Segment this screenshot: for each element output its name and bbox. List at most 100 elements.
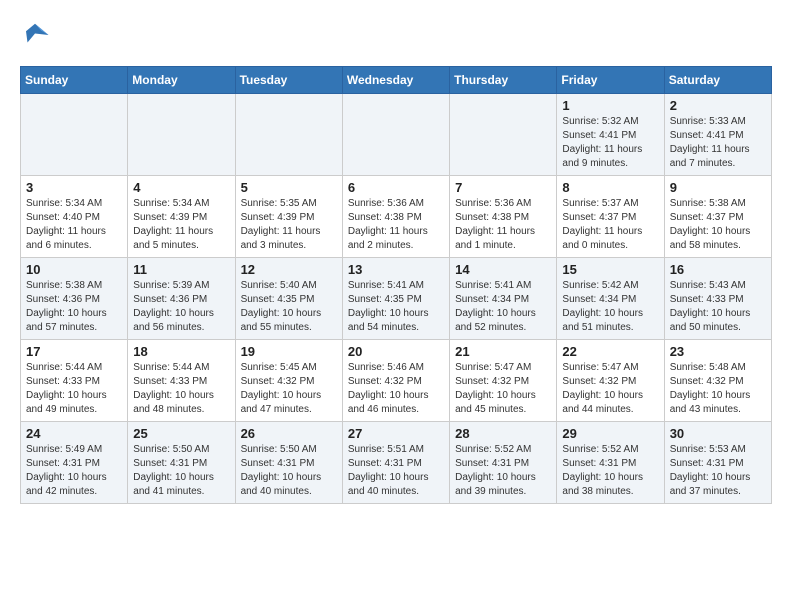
- calendar-cell: 16Sunrise: 5:43 AM Sunset: 4:33 PM Dayli…: [664, 258, 771, 340]
- day-info: Sunrise: 5:44 AM Sunset: 4:33 PM Dayligh…: [133, 361, 229, 417]
- calendar-cell: 3 Sunrise: 5:34 AM Sunset: 4:40 PM Daylig…: [21, 176, 128, 258]
- day-info: Sunrise: 5:32 AM Sunset: 4:41 PM Dayligh…: [562, 115, 658, 171]
- calendar-cell: [450, 94, 557, 176]
- calendar-cell: 29 Sunrise: 5:52 AM Sunset: 4:31 PM Dayli…: [557, 422, 664, 504]
- calendar-week-row: 17 Sunrise: 5:44 AM Sunset: 4:33 PM Dayli…: [21, 340, 772, 422]
- day-number: 3: [26, 180, 122, 195]
- calendar-cell: 2 Sunrise: 5:33 AM Sunset: 4:41 PM Daylig…: [664, 94, 771, 176]
- header-sunday: Sunday: [21, 67, 128, 94]
- calendar-cell: 15 Sunrise: 5:42 AM Sunset: 4:34 PM Dayli…: [557, 258, 664, 340]
- day-number: 27: [348, 426, 444, 441]
- day-info: Sunrise: 5:36 AM Sunset: 4:38 PM Dayligh…: [348, 197, 444, 253]
- day-number: 28: [455, 426, 551, 441]
- day-number: 13: [348, 262, 444, 277]
- day-number: 24: [26, 426, 122, 441]
- day-number: 15: [562, 262, 658, 277]
- calendar-table: SundayMondayTuesdayWednesdayThursdayFrid…: [20, 66, 772, 504]
- calendar-cell: 26Sunrise: 5:50 AM Sunset: 4:31 PM Dayli…: [235, 422, 342, 504]
- calendar-cell: 19Sunrise: 5:45 AM Sunset: 4:32 PM Dayli…: [235, 340, 342, 422]
- calendar-cell: 28 Sunrise: 5:52 AM Sunset: 4:31 PM Dayli…: [450, 422, 557, 504]
- header-saturday: Saturday: [664, 67, 771, 94]
- day-info: Sunrise: 5:35 AM Sunset: 4:39 PM Dayligh…: [241, 197, 337, 253]
- calendar-cell: 18 Sunrise: 5:44 AM Sunset: 4:33 PM Dayli…: [128, 340, 235, 422]
- day-number: 12: [241, 262, 337, 277]
- day-number: 25: [133, 426, 229, 441]
- calendar-cell: 21 Sunrise: 5:47 AM Sunset: 4:32 PM Dayli…: [450, 340, 557, 422]
- day-number: 2: [670, 98, 766, 113]
- calendar-cell: 7 Sunrise: 5:36 AM Sunset: 4:38 PM Daylig…: [450, 176, 557, 258]
- calendar-cell: 12 Sunrise: 5:40 AM Sunset: 4:35 PM Dayli…: [235, 258, 342, 340]
- day-number: 21: [455, 344, 551, 359]
- day-info: Sunrise: 5:33 AM Sunset: 4:41 PM Dayligh…: [670, 115, 766, 171]
- day-info: Sunrise: 5:47 AM Sunset: 4:32 PM Dayligh…: [455, 361, 551, 417]
- day-info: Sunrise: 5:40 AM Sunset: 4:35 PM Dayligh…: [241, 279, 337, 335]
- calendar-cell: 1 Sunrise: 5:32 AM Sunset: 4:41 PM Daylig…: [557, 94, 664, 176]
- day-info: Sunrise: 5:51 AM Sunset: 4:31 PM Dayligh…: [348, 443, 444, 499]
- day-number: 22: [562, 344, 658, 359]
- day-number: 20: [348, 344, 444, 359]
- calendar-cell: 6 Sunrise: 5:36 AM Sunset: 4:38 PM Daylig…: [342, 176, 449, 258]
- calendar-cell: [128, 94, 235, 176]
- calendar-header-row: SundayMondayTuesdayWednesdayThursdayFrid…: [21, 67, 772, 94]
- day-info: Sunrise: 5:37 AM Sunset: 4:37 PM Dayligh…: [562, 197, 658, 253]
- calendar-cell: 14 Sunrise: 5:41 AM Sunset: 4:34 PM Dayli…: [450, 258, 557, 340]
- day-number: 8: [562, 180, 658, 195]
- calendar-week-row: 3 Sunrise: 5:34 AM Sunset: 4:40 PM Daylig…: [21, 176, 772, 258]
- day-info: Sunrise: 5:34 AM Sunset: 4:39 PM Dayligh…: [133, 197, 229, 253]
- calendar-week-row: 24 Sunrise: 5:49 AM Sunset: 4:31 PM Dayli…: [21, 422, 772, 504]
- logo: [20, 20, 54, 50]
- day-info: Sunrise: 5:45 AM Sunset: 4:32 PM Dayligh…: [241, 361, 337, 417]
- day-number: 9: [670, 180, 766, 195]
- day-number: 7: [455, 180, 551, 195]
- day-info: Sunrise: 5:41 AM Sunset: 4:34 PM Dayligh…: [455, 279, 551, 335]
- day-info: Sunrise: 5:36 AM Sunset: 4:38 PM Dayligh…: [455, 197, 551, 253]
- calendar-cell: 20 Sunrise: 5:46 AM Sunset: 4:32 PM Dayli…: [342, 340, 449, 422]
- day-number: 29: [562, 426, 658, 441]
- calendar-cell: 11 Sunrise: 5:39 AM Sunset: 4:36 PM Dayli…: [128, 258, 235, 340]
- header-friday: Friday: [557, 67, 664, 94]
- day-info: Sunrise: 5:34 AM Sunset: 4:40 PM Dayligh…: [26, 197, 122, 253]
- day-info: Sunrise: 5:39 AM Sunset: 4:36 PM Dayligh…: [133, 279, 229, 335]
- day-info: Sunrise: 5:48 AM Sunset: 4:32 PM Dayligh…: [670, 361, 766, 417]
- day-number: 4: [133, 180, 229, 195]
- calendar-cell: 8 Sunrise: 5:37 AM Sunset: 4:37 PM Daylig…: [557, 176, 664, 258]
- day-number: 6: [348, 180, 444, 195]
- calendar-cell: 27 Sunrise: 5:51 AM Sunset: 4:31 PM Dayli…: [342, 422, 449, 504]
- day-info: Sunrise: 5:41 AM Sunset: 4:35 PM Dayligh…: [348, 279, 444, 335]
- day-number: 17: [26, 344, 122, 359]
- header-thursday: Thursday: [450, 67, 557, 94]
- calendar-week-row: 10 Sunrise: 5:38 AM Sunset: 4:36 PM Dayli…: [21, 258, 772, 340]
- day-number: 30: [670, 426, 766, 441]
- calendar-cell: 22Sunrise: 5:47 AM Sunset: 4:32 PM Dayli…: [557, 340, 664, 422]
- calendar-cell: [235, 94, 342, 176]
- day-number: 10: [26, 262, 122, 277]
- day-number: 23: [670, 344, 766, 359]
- day-info: Sunrise: 5:42 AM Sunset: 4:34 PM Dayligh…: [562, 279, 658, 335]
- day-info: Sunrise: 5:49 AM Sunset: 4:31 PM Dayligh…: [26, 443, 122, 499]
- day-number: 1: [562, 98, 658, 113]
- calendar-cell: 5Sunrise: 5:35 AM Sunset: 4:39 PM Daylig…: [235, 176, 342, 258]
- calendar-cell: [21, 94, 128, 176]
- header-wednesday: Wednesday: [342, 67, 449, 94]
- calendar-cell: 24 Sunrise: 5:49 AM Sunset: 4:31 PM Dayli…: [21, 422, 128, 504]
- day-info: Sunrise: 5:38 AM Sunset: 4:37 PM Dayligh…: [670, 197, 766, 253]
- day-number: 18: [133, 344, 229, 359]
- calendar-cell: 9 Sunrise: 5:38 AM Sunset: 4:37 PM Daylig…: [664, 176, 771, 258]
- header-tuesday: Tuesday: [235, 67, 342, 94]
- calendar-cell: 23 Sunrise: 5:48 AM Sunset: 4:32 PM Dayli…: [664, 340, 771, 422]
- day-number: 14: [455, 262, 551, 277]
- calendar-cell: 4 Sunrise: 5:34 AM Sunset: 4:39 PM Daylig…: [128, 176, 235, 258]
- day-info: Sunrise: 5:50 AM Sunset: 4:31 PM Dayligh…: [133, 443, 229, 499]
- day-info: Sunrise: 5:38 AM Sunset: 4:36 PM Dayligh…: [26, 279, 122, 335]
- day-info: Sunrise: 5:46 AM Sunset: 4:32 PM Dayligh…: [348, 361, 444, 417]
- calendar-cell: 30 Sunrise: 5:53 AM Sunset: 4:31 PM Dayli…: [664, 422, 771, 504]
- day-info: Sunrise: 5:53 AM Sunset: 4:31 PM Dayligh…: [670, 443, 766, 499]
- day-info: Sunrise: 5:52 AM Sunset: 4:31 PM Dayligh…: [455, 443, 551, 499]
- day-info: Sunrise: 5:50 AM Sunset: 4:31 PM Dayligh…: [241, 443, 337, 499]
- calendar-cell: 13 Sunrise: 5:41 AM Sunset: 4:35 PM Dayli…: [342, 258, 449, 340]
- day-number: 11: [133, 262, 229, 277]
- calendar-cell: 17Sunrise: 5:44 AM Sunset: 4:33 PM Dayli…: [21, 340, 128, 422]
- header-monday: Monday: [128, 67, 235, 94]
- day-info: Sunrise: 5:52 AM Sunset: 4:31 PM Dayligh…: [562, 443, 658, 499]
- page-header: [20, 20, 772, 50]
